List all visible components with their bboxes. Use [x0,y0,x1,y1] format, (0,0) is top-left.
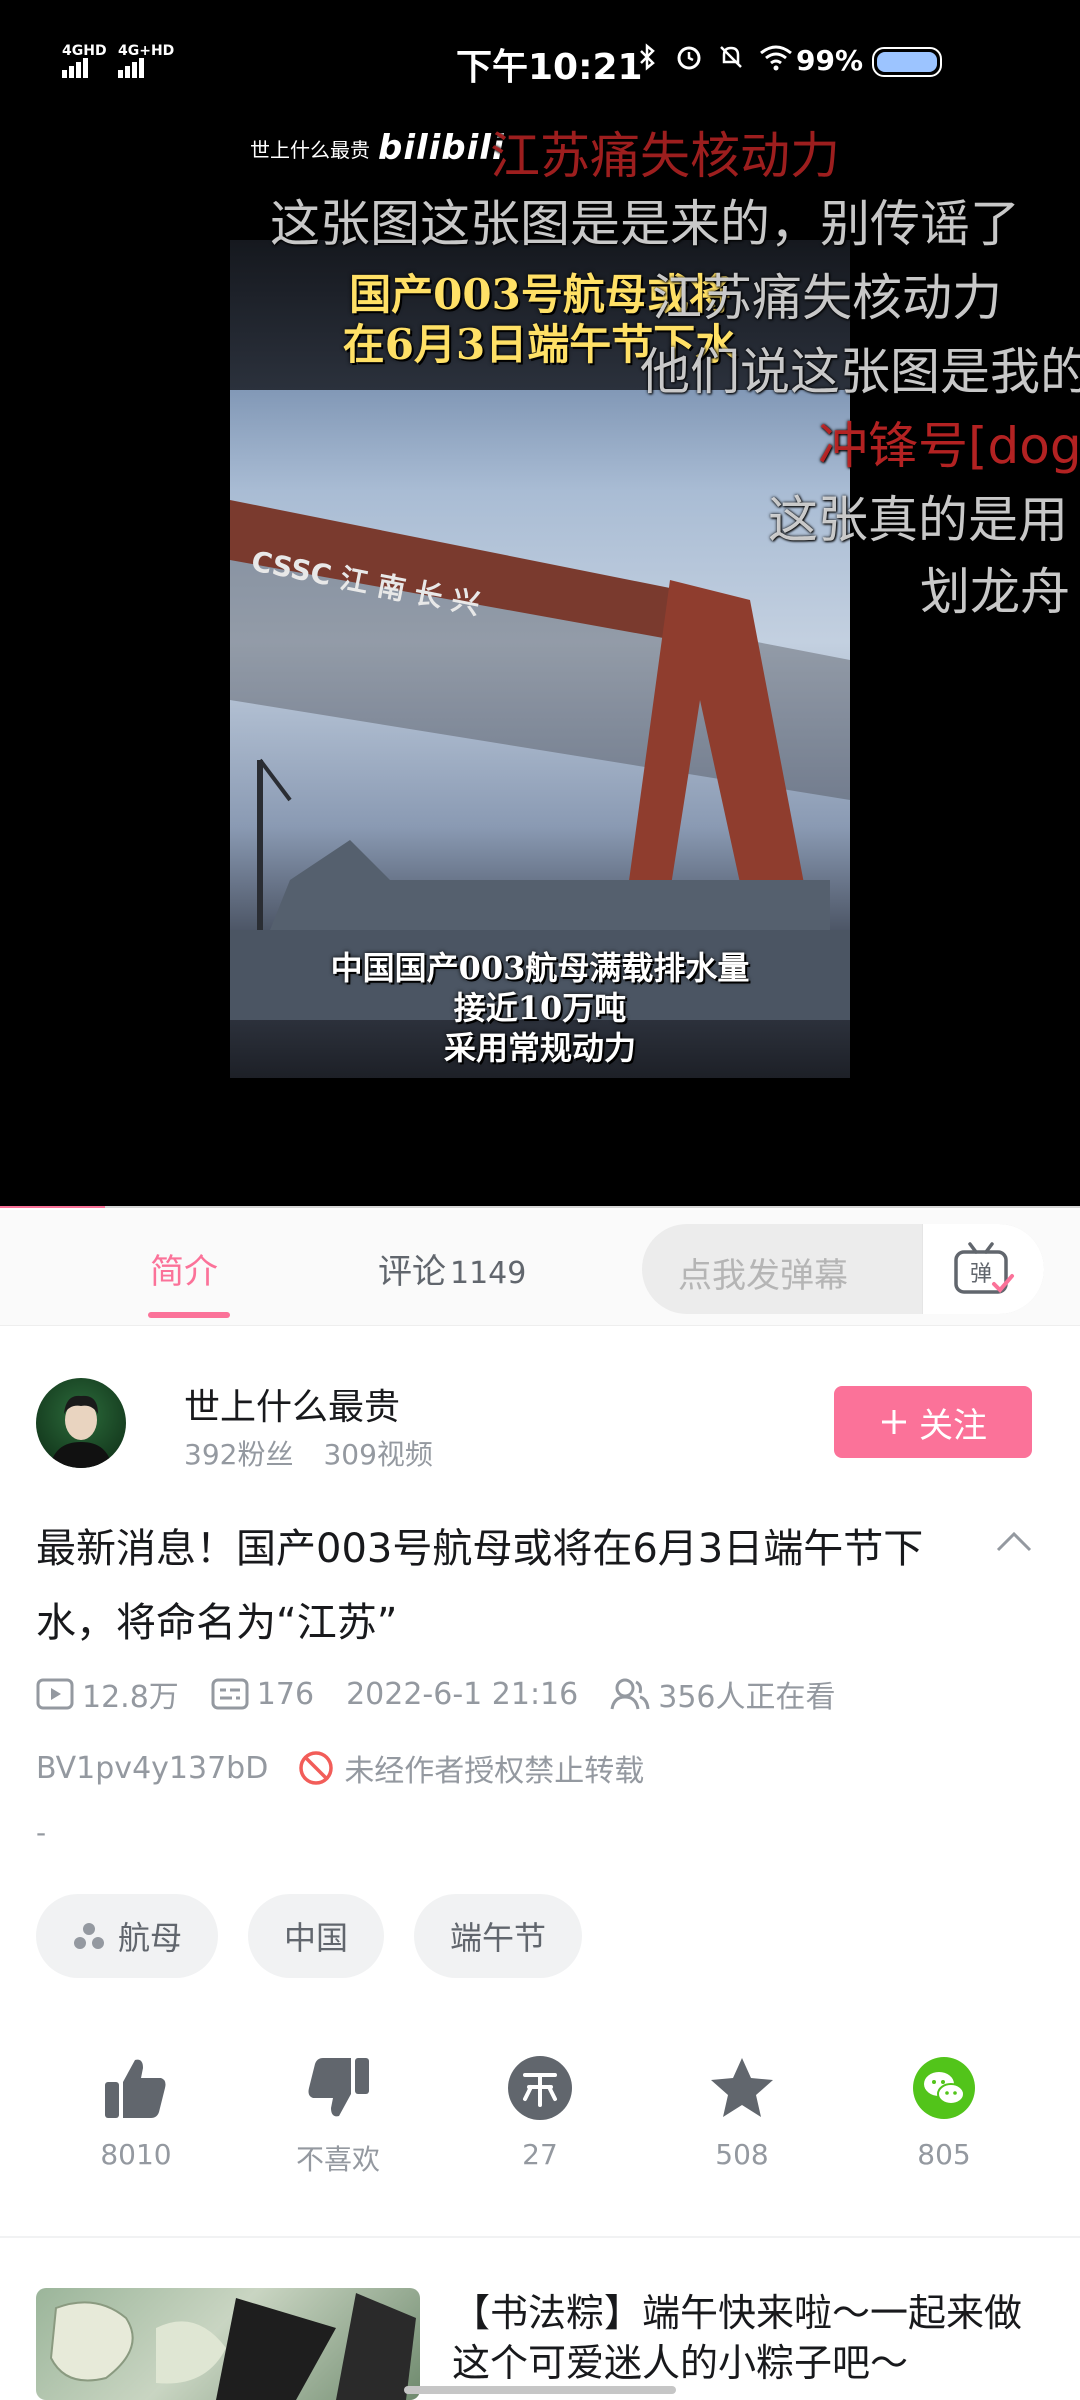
danmaku-toggle-button[interactable]: 弹 [922,1224,1044,1314]
tag-list: 航母 中国 端午节 [36,1894,583,1978]
wifi-icon [758,42,794,72]
action-bar: 8010 不喜欢 27 508 805 [0,2052,1080,2182]
danmaku-input-placeholder: 点我发弹幕 [678,1256,848,1296]
uploader-avatar[interactable] [36,1378,126,1468]
svg-text:弹: 弹 [969,1262,991,1287]
status-icons [632,42,794,72]
chevron-up-icon[interactable] [992,1522,1036,1562]
danmaku-comment: 他们说这张图是我的 [640,343,1080,401]
recommended-video-title: 【书法粽】端午快来啦～一起来做这个可爱迷人的小粽子吧～ [452,2291,1023,2385]
tag-item[interactable]: 端午节 [414,1894,583,1978]
danmaku-input[interactable]: 点我发弹幕 弹 [642,1224,1044,1314]
frame-caption-bottom: 中国国产003航母满载排水量 接近10万吨 采用常规动力 [330,949,750,1067]
uploader-name[interactable]: 世上什么最贵 [184,1378,400,1430]
thumbs-down-icon [302,2052,374,2124]
avatar-image [50,1395,112,1468]
mute-icon [716,42,746,72]
danmaku-comment: 划龙舟 [920,563,1070,621]
tab-active-indicator [148,1312,230,1318]
video-watermark: 世上什么最贵 bilibili [250,128,505,168]
danmaku-comment: 冲锋号[dog] [818,417,1080,475]
danmaku-comment: 这张图这张图是是来的，别传谣了 [270,195,1020,253]
comments-count: 1149 [450,1256,527,1291]
tab-intro[interactable]: 简介 [150,1244,218,1293]
thumbs-up-icon [100,2052,172,2124]
signal-bars-icon [62,58,90,78]
views-stat: 12.8万 [36,1672,179,1716]
danmaku-comment: 这张真的是用 [768,491,1068,549]
recommended-video-thumbnail [36,2288,420,2400]
video-meta-row: 12.8万 176 2022-6-1 21:16 356人正在看 [36,1672,868,1716]
bvid[interactable]: BV1pv4y137bD [36,1751,268,1786]
share-button[interactable]: 805 [864,2052,1024,2171]
tab-comments[interactable]: 评论 1149 [378,1244,526,1293]
section-divider [0,2236,1080,2238]
viewers-icon [610,1678,650,1710]
publish-time: 2022-6-1 21:16 [346,1676,579,1712]
danmaku-count-icon [211,1678,249,1710]
battery-icon [872,47,942,77]
coin-button[interactable]: 27 [460,2052,620,2171]
tag-item[interactable]: 中国 [248,1894,385,1978]
danmaku-stat: 176 [211,1677,314,1712]
alarm-icon [674,42,704,72]
copyright-notice: 未经作者授权禁止转载 [298,1746,644,1790]
video-id-row: BV1pv4y137bD 未经作者授权禁止转载 [36,1746,644,1790]
gantry-crane-image: CSSC 江 南 长 兴 [230,500,850,1020]
detail-tabs: 简介 评论 1149 点我发弹幕 弹 [0,1210,1080,1326]
signal-bars-icon [118,58,146,78]
signal-indicator-1: 4GHD [62,44,107,78]
prohibited-icon [299,1751,334,1785]
video-player[interactable]: 4GHD 4G+HD 下午10:21 99% 世上什么最贵 bilibili 国… [0,0,1080,1208]
play-count-icon [36,1678,74,1710]
dislike-button[interactable]: 不喜欢 [258,2052,418,2178]
favorite-button[interactable]: 508 [662,2052,822,2171]
video-progress-fill [0,1206,105,1208]
star-icon [706,2052,778,2124]
bilibili-logo: bilibili [378,128,505,168]
signal-indicator-2: 4G+HD [118,44,174,78]
uploader-fans: 392粉丝 [184,1438,294,1471]
status-time: 下午10:21 [456,47,643,88]
watermark-uploader: 世上什么最贵 [250,137,370,162]
video-description: - [36,1816,47,1849]
uploader-stats: 392粉丝 309视频 [184,1433,433,1473]
watching-now: 356人正在看 [610,1672,836,1716]
uploader-videos: 309视频 [323,1438,433,1471]
wechat-icon [908,2052,980,2124]
danmaku-icon: 弹 [953,1242,1014,1294]
status-bar: 4GHD 4G+HD 下午10:21 99% [0,0,1080,120]
tag-item[interactable]: 航母 [36,1894,219,1978]
danmaku-comment: 江苏痛失核动力 [490,127,840,185]
bluetooth-icon [632,42,662,72]
video-progress-bar[interactable] [0,1206,1080,1208]
like-button[interactable]: 8010 [56,2052,216,2171]
plus-icon [882,1410,906,1434]
coin-icon [504,2052,576,2124]
topic-icon [74,1923,104,1949]
video-title: 最新消息！国产003号航母或将在6月3日端午节下水，将命名为“江苏” [36,1526,924,1646]
home-indicator [404,2386,676,2394]
recommended-video[interactable]: 【书法粽】端午快来啦～一起来做这个可爱迷人的小粽子吧～ [36,2288,1044,2400]
follow-button[interactable]: 关注 [834,1386,1032,1458]
battery-percent: 99% [796,44,864,77]
danmaku-comment: 江苏痛失核动力 [652,269,1002,327]
